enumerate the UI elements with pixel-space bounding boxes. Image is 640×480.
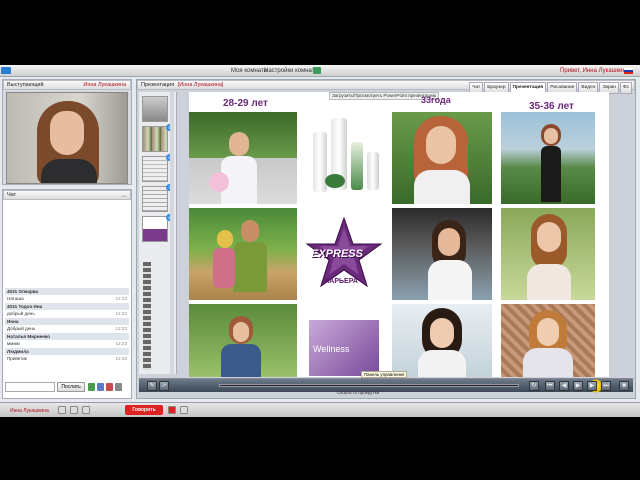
presentation-panel: Презентация [Инна Лукашкина] Чат Браузер… — [136, 79, 636, 399]
playback-controls: ✎ ➚ ↻ ⏮ ◀ ▶ ▶ ⏭ ■ — [139, 378, 633, 393]
user-name: Инна Лукашкина — [10, 408, 49, 414]
pointer-tool-icon[interactable]: ➚ — [159, 381, 169, 391]
photo-cosmetics — [297, 112, 392, 210]
chat-input[interactable] — [5, 382, 55, 392]
speaker-panel-header: Выступающий Инна Лукашкина — [3, 80, 131, 90]
current-slide: Загрузить/Просмотреть PowerPoint презент… — [189, 92, 609, 377]
photo-woman-winter — [392, 304, 492, 377]
mic-icon[interactable] — [82, 406, 90, 414]
greeting-text: Привет, Инна Лукашкина — [560, 68, 630, 74]
chat-author: Людмила — [5, 348, 129, 355]
photo-wellness-box: Wellness — [297, 306, 392, 377]
photo-woman-fur — [501, 304, 595, 377]
record-icon[interactable] — [168, 406, 176, 414]
settings-icon[interactable] — [115, 383, 122, 391]
chat-author: Наталья Мирненко — [5, 333, 129, 340]
chat-message: 4031 Олеарва Наташа 12:23 — [5, 288, 129, 303]
photo-woman-child — [189, 208, 297, 300]
speaker-panel: Выступающий Инна Лукашкина — [2, 79, 132, 185]
slide-thumb[interactable]: 5 — [142, 124, 173, 152]
slide-progress-track[interactable] — [219, 384, 519, 387]
presentation-header: Презентация [Инна Лукашкина] Чат Браузер… — [137, 80, 635, 94]
send-button[interactable]: Послать — [57, 382, 85, 392]
first-slide-icon[interactable]: ⏮ — [545, 381, 555, 391]
top-bar: Моя комната Настройки комнаты Привет, Ин… — [0, 65, 640, 77]
speak-button[interactable]: Говорить — [125, 405, 163, 415]
photo-woman-smiling — [501, 208, 595, 300]
chat-text: добрый день — [7, 311, 35, 316]
chat-header: Чат ▫▫▫ — [3, 190, 131, 200]
lock-icon[interactable] — [313, 67, 321, 74]
product-word: Wellness — [313, 344, 350, 354]
last-slide-icon[interactable]: ⏭ — [601, 381, 611, 391]
slide-thumb[interactable]: 7 — [142, 184, 173, 212]
volume-icon[interactable] — [180, 406, 188, 414]
chat-time: 12:22 — [115, 326, 128, 331]
photo-woman-green — [189, 304, 297, 377]
chat-author: 4031 Тодоо Ина — [5, 303, 129, 310]
left-column: Выступающий Инна Лукашкина Чат ▫▫▫ 4031 … — [2, 79, 132, 399]
slide-thumb[interactable] — [142, 96, 168, 122]
chat-text: Наташа — [7, 296, 24, 301]
status-icon[interactable] — [58, 406, 66, 414]
smiley-icon[interactable] — [88, 383, 95, 391]
next-slide-icon[interactable]: ▶ — [587, 381, 597, 391]
speaker-title: Выступающий — [7, 82, 44, 88]
chat-time: 12:23 — [115, 341, 128, 346]
refresh-icon[interactable]: ↻ — [529, 381, 539, 391]
chat-message: 4031 Тодоо Ина добрый день 12:22 — [5, 303, 129, 318]
thumbnails-scrollbar[interactable] — [170, 92, 174, 374]
scroll-speed-label: Скорость прокрутки — [337, 390, 380, 395]
slide-thumbnails: 5 6 7 8 — [139, 92, 177, 374]
my-room-link[interactable]: Моя комната — [231, 68, 267, 74]
chat-time: 12:23 — [115, 356, 128, 361]
slide-thumb[interactable]: 6 — [142, 154, 173, 182]
stop-icon[interactable]: ■ — [619, 381, 629, 391]
chat-text: Приветик — [7, 356, 27, 361]
chat-messages: 4031 Олеарва Наташа 12:23 4031 Тодоо Ина … — [5, 288, 129, 363]
bottom-bar: Инна Лукашкина Говорить — [0, 402, 640, 417]
chat-tools-icon[interactable]: ▫▫▫ — [122, 193, 127, 201]
chat-message: Наталья Мирненко мммм 12:23 — [5, 333, 129, 348]
age-label-mid: 33года — [421, 95, 451, 105]
chat-panel: Чат ▫▫▫ 4031 Олеарва Наташа 12:23 4031 То… — [2, 189, 132, 399]
play-icon[interactable]: ▶ — [573, 381, 583, 391]
language-flag-icon[interactable] — [624, 68, 633, 74]
photo-woman-red-hair — [392, 112, 492, 204]
express-career-logo: EXPRESS КАРЬЕРА — [297, 212, 392, 302]
chat-text: мммм — [7, 341, 20, 346]
chat-message: Инна Добрый день 12:22 — [5, 318, 129, 333]
filmstrip — [143, 262, 151, 370]
speaker-name: Инна Лукашкина — [83, 82, 126, 88]
chat-message: Людмила Приветик 12:23 — [5, 348, 129, 363]
room-settings-link[interactable]: Настройки комнаты — [264, 68, 319, 74]
chat-text: Добрый день — [7, 326, 36, 331]
chat-author: 4031 Олеарва — [5, 288, 129, 295]
chat-author: Инна — [5, 318, 129, 325]
format-icon[interactable] — [97, 383, 104, 391]
color-icon[interactable] — [106, 383, 113, 391]
photo-woman-car — [189, 112, 297, 204]
app-window: Моя комната Настройки комнаты Привет, Ин… — [0, 65, 640, 417]
age-label-left: 28-29 лет — [223, 98, 268, 109]
app-logo-icon — [1, 67, 11, 74]
speaker-video — [6, 92, 128, 184]
chat-time: 12:22 — [115, 311, 128, 316]
chat-title: Чат — [7, 192, 17, 198]
slide-thumb[interactable]: 8 — [142, 214, 173, 242]
presentation-owner: [Инна Лукашкина] — [177, 82, 224, 88]
prev-slide-icon[interactable]: ◀ — [559, 381, 569, 391]
control-panel-tooltip: Панель управления — [361, 371, 408, 378]
presentation-title: Презентация — [141, 82, 175, 88]
logo-word: EXPRESS — [311, 248, 363, 260]
camera-icon[interactable] — [70, 406, 78, 414]
photo-woman-black-dress — [501, 112, 595, 204]
tab-fs[interactable]: Фс — [619, 82, 632, 94]
chat-time: 12:23 — [115, 296, 128, 301]
age-label-right: 35-36 лет — [529, 101, 574, 112]
logo-sub: КАРЬЕРА — [325, 278, 358, 285]
photo-woman-in-car — [392, 208, 492, 300]
draw-tool-icon[interactable]: ✎ — [147, 381, 157, 391]
